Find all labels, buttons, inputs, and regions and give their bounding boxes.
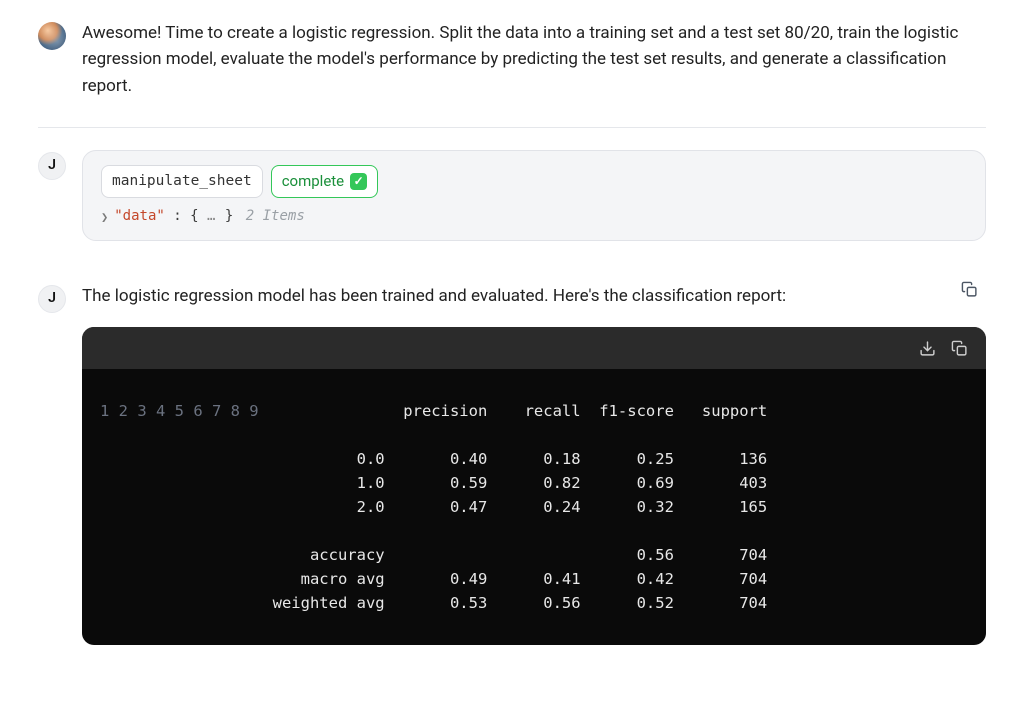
assistant-avatar[interactable]: J [38,285,66,313]
tool-name-chip[interactable]: manipulate_sheet [101,165,263,197]
copy-icon [951,340,968,357]
assistant-response-message: J The logistic regression model has been… [38,283,986,645]
tool-name: manipulate_sheet [112,170,252,192]
download-icon [919,340,936,357]
assistant-avatar-letter: J [48,288,56,310]
json-key: "data" [114,208,165,224]
json-brace-open: { [190,208,198,224]
download-button[interactable] [918,339,936,357]
check-icon: ✓ [350,173,367,190]
assistant-response-text: The logistic regression model has been t… [82,283,986,309]
copy-icon [961,281,978,298]
line-numbers: 1 2 3 4 5 6 7 8 9 [82,399,273,615]
tool-call-header: manipulate_sheet complete ✓ [101,165,967,198]
user-avatar[interactable] [38,22,66,50]
copy-code-button[interactable] [950,339,968,357]
json-meta: 2 Items [246,208,305,224]
assistant-avatar[interactable]: J [38,152,66,180]
assistant-tool-message: J manipulate_sheet complete ✓ ❯ "data" [38,150,986,241]
user-message-text: Awesome! Time to create a logistic regre… [82,20,986,99]
tool-output-row[interactable]: ❯ "data" : { … } 2 Items [101,206,967,228]
copy-message-button[interactable] [958,279,980,301]
tool-status-label: complete [282,170,344,193]
code-toolbar [82,327,986,369]
divider [38,127,986,128]
code-block: 1 2 3 4 5 6 7 8 9 precision recall f1-sc… [82,327,986,645]
tool-call-block: manipulate_sheet complete ✓ ❯ "data" : { [82,150,986,241]
chevron-right-icon: ❯ [101,208,108,227]
json-colon: : [173,208,181,224]
tool-status-chip[interactable]: complete ✓ [271,165,378,198]
assistant-avatar-letter: J [48,155,56,177]
json-ellipsis: … [207,208,216,224]
user-message: Awesome! Time to create a logistic regre… [38,20,986,99]
json-brace-close: } [225,208,233,224]
code-content[interactable]: precision recall f1-score support 0.0 0.… [273,399,768,615]
